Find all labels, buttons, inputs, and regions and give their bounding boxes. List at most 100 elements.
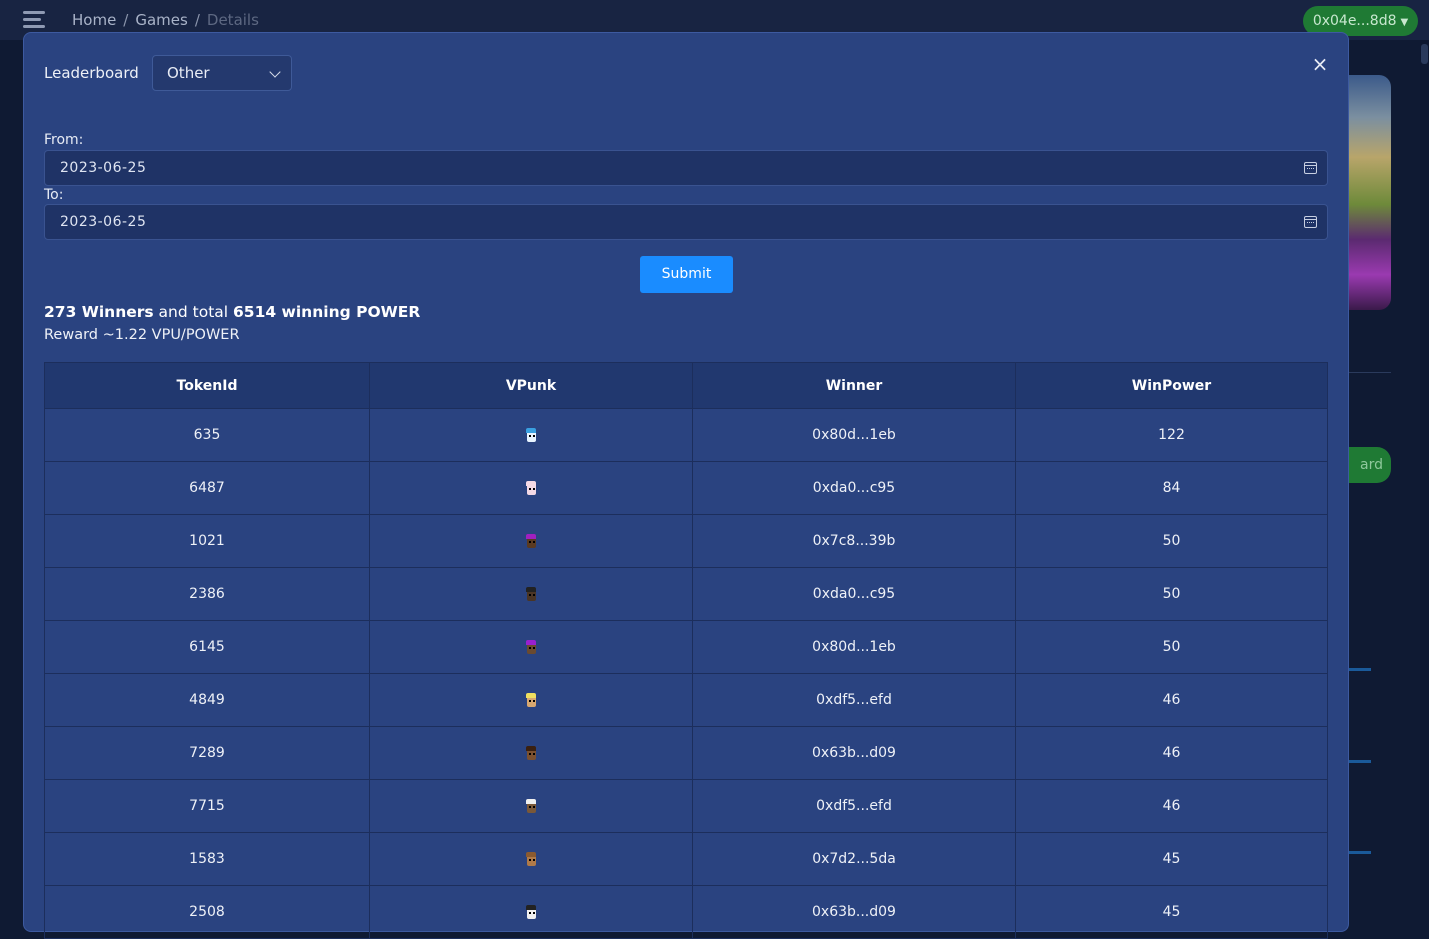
vpunk-cell <box>369 885 693 939</box>
divider <box>1349 372 1391 373</box>
vpunk-avatar-icon <box>525 586 537 602</box>
reward-rate: Reward ~1.22 VPU/POWER <box>44 327 240 343</box>
accent-line <box>1349 851 1371 854</box>
vpunk-cell <box>369 779 693 833</box>
token-id-cell: 4849 <box>44 673 370 727</box>
winpower-cell: 50 <box>1015 514 1328 568</box>
winpower-cell: 46 <box>1015 726 1328 780</box>
vpunk-avatar-icon <box>525 639 537 655</box>
vpunk-avatar-icon <box>525 904 537 920</box>
winner-cell: 0x80d...1eb <box>692 620 1016 674</box>
accent-line <box>1349 668 1371 671</box>
token-id-cell: 2508 <box>44 885 370 939</box>
token-id-cell: 2386 <box>44 567 370 621</box>
vpunk-avatar-icon <box>525 480 537 496</box>
breadcrumb-home[interactable]: Home <box>72 11 116 29</box>
winpower-cell: 46 <box>1015 673 1328 727</box>
chevron-down-icon <box>269 66 281 78</box>
page-scrollbar-thumb[interactable] <box>1421 44 1428 64</box>
table-row: 6145 0x80d...1eb 50 <box>44 620 1328 674</box>
table-row: 2386 0xda0...c95 50 <box>44 567 1328 621</box>
to-date-value: 2023-06-25 <box>60 214 147 230</box>
breadcrumb-separator: / <box>123 11 129 29</box>
token-id-cell: 6487 <box>44 461 370 515</box>
breadcrumb: Home / Games / Details <box>72 11 259 29</box>
leaderboard-select-value: Other <box>167 64 210 82</box>
vpunk-avatar-icon <box>525 745 537 761</box>
winner-cell: 0x7d2...5da <box>692 832 1016 886</box>
breadcrumb-games[interactable]: Games <box>135 11 187 29</box>
menu-icon[interactable] <box>23 11 45 29</box>
token-id-cell: 6145 <box>44 620 370 674</box>
vpunk-cell <box>369 567 693 621</box>
winning-power-total: 6514 winning POWER <box>233 303 421 321</box>
winpower-cell: 84 <box>1015 461 1328 515</box>
leaderboard-table: TokenId VPunk Winner WinPower 635 0x80d..… <box>44 362 1328 939</box>
winpower-cell: 122 <box>1015 408 1328 462</box>
calendar-icon[interactable] <box>1304 162 1317 174</box>
token-id-cell: 7715 <box>44 779 370 833</box>
winpower-cell: 45 <box>1015 885 1328 939</box>
table-row: 4849 0xdf5...efd 46 <box>44 673 1328 727</box>
game-artwork <box>1349 75 1391 310</box>
wallet-address: 0x04e...8d8 <box>1312 13 1397 29</box>
vpunk-avatar-icon <box>525 851 537 867</box>
token-id-cell: 1583 <box>44 832 370 886</box>
close-icon[interactable]: × <box>1309 53 1331 75</box>
winpower-cell: 50 <box>1015 567 1328 621</box>
vpunk-cell <box>369 408 693 462</box>
winner-cell: 0xda0...c95 <box>692 567 1016 621</box>
winner-cell: 0x63b...d09 <box>692 726 1016 780</box>
table-header-row: TokenId VPunk Winner WinPower <box>44 362 1328 409</box>
table-row: 635 0x80d...1eb 122 <box>44 408 1328 462</box>
token-id-cell: 1021 <box>44 514 370 568</box>
winpower-cell: 50 <box>1015 620 1328 674</box>
winner-cell: 0x80d...1eb <box>692 408 1016 462</box>
winners-summary: 273 Winners and total 6514 winning POWER <box>44 303 420 321</box>
winner-cell: 0x7c8...39b <box>692 514 1016 568</box>
winners-count: 273 Winners <box>44 303 154 321</box>
token-id-cell: 7289 <box>44 726 370 780</box>
winner-cell: 0xdf5...efd <box>692 673 1016 727</box>
page-scrollbar[interactable] <box>1420 40 1429 910</box>
header-vpunk: VPunk <box>369 362 693 409</box>
header-winpower: WinPower <box>1015 362 1328 409</box>
from-date-input[interactable]: 2023-06-25 <box>44 150 1328 186</box>
token-id-cell: 635 <box>44 408 370 462</box>
winner-cell: 0xdf5...efd <box>692 779 1016 833</box>
table-body: 635 0x80d...1eb 122 6487 0xda0...c95 84 1021 0x… <box>44 408 1328 939</box>
vpunk-avatar-icon <box>525 798 537 814</box>
table-row: 1583 0x7d2...5da 45 <box>44 832 1328 886</box>
vpunk-avatar-icon <box>525 533 537 549</box>
table-row: 1021 0x7c8...39b 50 <box>44 514 1328 568</box>
table-row: 2508 0x63b...d09 45 <box>44 885 1328 939</box>
breadcrumb-separator: / <box>194 11 200 29</box>
vpunk-cell <box>369 620 693 674</box>
from-date-value: 2023-06-25 <box>60 160 147 176</box>
leaderboard-modal: × Leaderboard Other From: 2023-06-25 To:… <box>23 32 1349 939</box>
vpunk-avatar-icon <box>525 427 537 443</box>
vpunk-cell <box>369 726 693 780</box>
winner-cell: 0x63b...d09 <box>692 885 1016 939</box>
submit-button[interactable]: Submit <box>640 256 733 293</box>
winpower-cell: 46 <box>1015 779 1328 833</box>
vpunk-cell <box>369 461 693 515</box>
table-row: 7289 0x63b...d09 46 <box>44 726 1328 780</box>
table-row: 7715 0xdf5...efd 46 <box>44 779 1328 833</box>
vpunk-cell <box>369 673 693 727</box>
vpunk-cell <box>369 514 693 568</box>
from-label: From: <box>44 132 84 148</box>
vpunk-cell <box>369 832 693 886</box>
breadcrumb-details: Details <box>206 11 259 29</box>
accent-line <box>1349 760 1371 763</box>
to-label: To: <box>44 187 64 203</box>
header-tokenid: TokenId <box>44 362 370 409</box>
table-row: 6487 0xda0...c95 84 <box>44 461 1328 515</box>
to-date-input[interactable]: 2023-06-25 <box>44 204 1328 240</box>
header-winner: Winner <box>692 362 1016 409</box>
calendar-icon[interactable] <box>1304 216 1317 228</box>
leaderboard-select[interactable]: Other <box>152 55 292 91</box>
vpunk-avatar-icon <box>525 692 537 708</box>
summary-connector: and total <box>153 303 234 321</box>
caret-down-icon: ▼ <box>1400 17 1409 28</box>
